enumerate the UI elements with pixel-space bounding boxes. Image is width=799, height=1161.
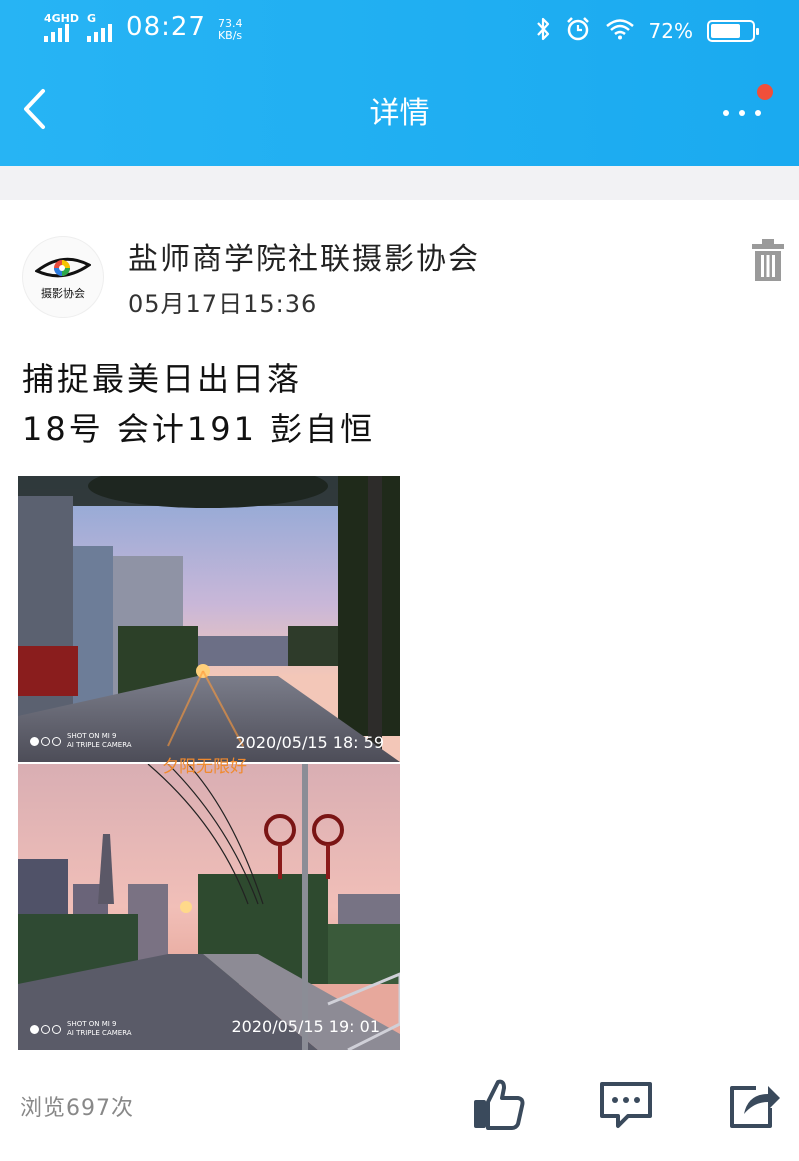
photo-2-shot-line1: SHOT ON MI 9	[67, 1020, 117, 1028]
bluetooth-icon	[535, 17, 551, 45]
signal-bars-icon	[44, 24, 69, 42]
signal-2: G	[87, 12, 113, 42]
photo-overlay-caption: 夕阳无限好	[162, 757, 247, 777]
status-bar: 4GHD G 08:27 73.4 KB/s 72%	[0, 0, 799, 56]
network-speed: 73.4 KB/s	[218, 18, 243, 42]
delete-button[interactable]	[750, 238, 786, 282]
share-icon	[730, 1086, 780, 1128]
section-divider	[0, 166, 799, 200]
share-button[interactable]	[726, 1076, 782, 1132]
trash-icon	[752, 239, 784, 281]
more-options-button[interactable]	[715, 84, 775, 132]
thumbs-up-icon	[474, 1079, 525, 1130]
more-dots-icon	[723, 110, 761, 116]
post-time: 05月17日15:36	[128, 290, 318, 318]
photo-1-timestamp: 2020/05/15 18: 59	[235, 733, 385, 752]
author-name[interactable]: 盐师商学院社联摄影协会	[128, 234, 480, 278]
battery-percent: 72%	[648, 19, 693, 43]
photo-2-timestamp: 2020/05/15 19: 01	[231, 1017, 381, 1036]
camera-dots-icon	[30, 736, 61, 746]
nav-bar: 详情	[0, 62, 799, 158]
post-photo-2[interactable]: 2020/05/15 19: 01 SHOT ON MI 9 AI TRIPLE…	[18, 764, 400, 1050]
content-line-2: 18号 会计191 彭自恒	[22, 410, 376, 448]
photo-1-shot-line1: SHOT ON MI 9	[67, 732, 117, 740]
sunset-street-image	[18, 476, 400, 762]
photo-2-camera-mark: SHOT ON MI 9 AI TRIPLE CAMERA	[30, 1020, 132, 1038]
view-count: 浏览697次	[20, 1096, 134, 1121]
wifi-icon	[605, 18, 635, 44]
avatar[interactable]: 摄影协会	[22, 236, 104, 318]
comment-button[interactable]	[598, 1076, 654, 1132]
camera-dots-icon	[30, 1024, 61, 1034]
signal-2-tag: G	[87, 12, 97, 25]
signal-1-tag: 4GHD	[44, 12, 80, 25]
post-photo-1[interactable]: 2020/05/15 18: 59 SHOT ON MI 9 AI TRIPLE…	[18, 476, 400, 762]
notification-badge	[757, 84, 773, 100]
like-button[interactable]	[470, 1076, 526, 1132]
header-bar: 4GHD G 08:27 73.4 KB/s 72% 详情	[0, 0, 799, 166]
alarm-clock-icon	[565, 16, 591, 46]
net-speed-unit: KB/s	[217, 29, 243, 42]
signal-bars-icon	[87, 24, 113, 42]
signal-1: 4GHD	[44, 13, 79, 42]
post-content: 捕捉最美日出日落 18号 会计191 彭自恒	[22, 354, 375, 454]
eye-logo-icon	[35, 257, 91, 278]
content-line-1: 捕捉最美日出日落	[22, 360, 303, 398]
avatar-label: 摄影协会	[41, 287, 85, 300]
battery-icon	[707, 20, 759, 42]
photo-1-camera-mark: SHOT ON MI 9 AI TRIPLE CAMERA	[30, 732, 132, 750]
photo-1-shot-line2: AI TRIPLE CAMERA	[67, 741, 132, 749]
comment-bubble-icon	[600, 1082, 652, 1128]
clock: 08:27	[126, 12, 206, 42]
sunset-road-image	[18, 764, 400, 1050]
photo-2-shot-line2: AI TRIPLE CAMERA	[67, 1029, 132, 1037]
page-title: 详情	[369, 96, 430, 131]
